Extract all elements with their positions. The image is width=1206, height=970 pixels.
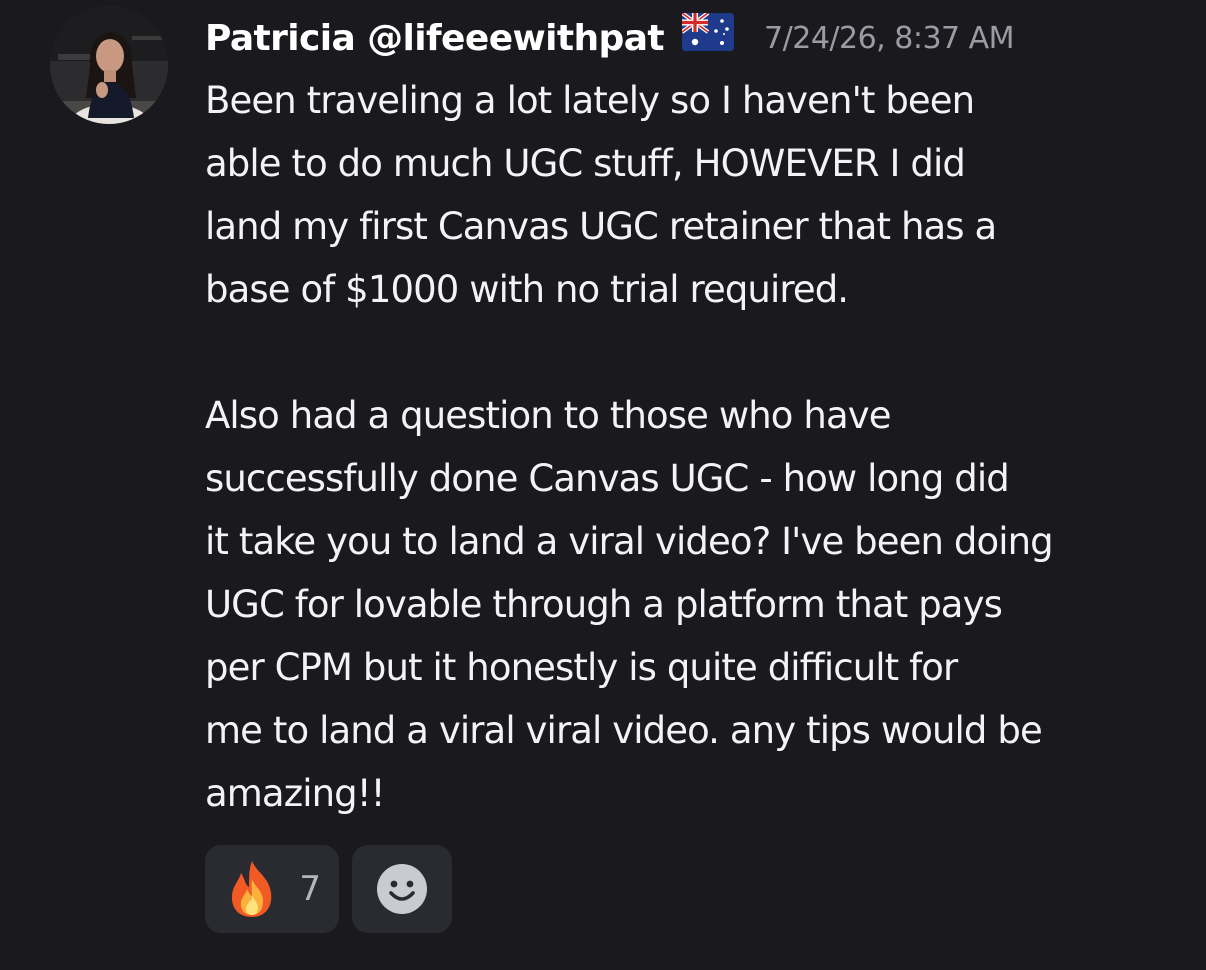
avatar[interactable] xyxy=(50,6,168,124)
chat-message: Patricia @lifeeewithpat 7/24/26, 8:37 AM… xyxy=(0,0,1206,970)
fire-reaction-button[interactable]: 7 xyxy=(205,845,339,933)
reaction-count: 7 xyxy=(299,869,321,909)
australia-flag-icon xyxy=(682,13,735,51)
add-reaction-button[interactable] xyxy=(352,845,452,933)
author-name[interactable]: Patricia @lifeeewithpat xyxy=(205,18,665,59)
message-content: Been traveling a lot lately so I haven't… xyxy=(205,69,1195,825)
fire-emoji-icon xyxy=(225,859,279,919)
reaction-bar: 7 xyxy=(205,845,452,933)
message-timestamp[interactable]: 7/24/26, 8:37 AM xyxy=(764,21,1015,56)
message-header: Patricia @lifeeewithpat 7/24/26, 8:37 AM xyxy=(205,8,1015,68)
smiley-face-icon xyxy=(376,863,428,915)
message-paragraph: Also had a question to those who have su… xyxy=(205,394,1054,815)
message-paragraph: Been traveling a lot lately so I haven't… xyxy=(205,79,997,311)
